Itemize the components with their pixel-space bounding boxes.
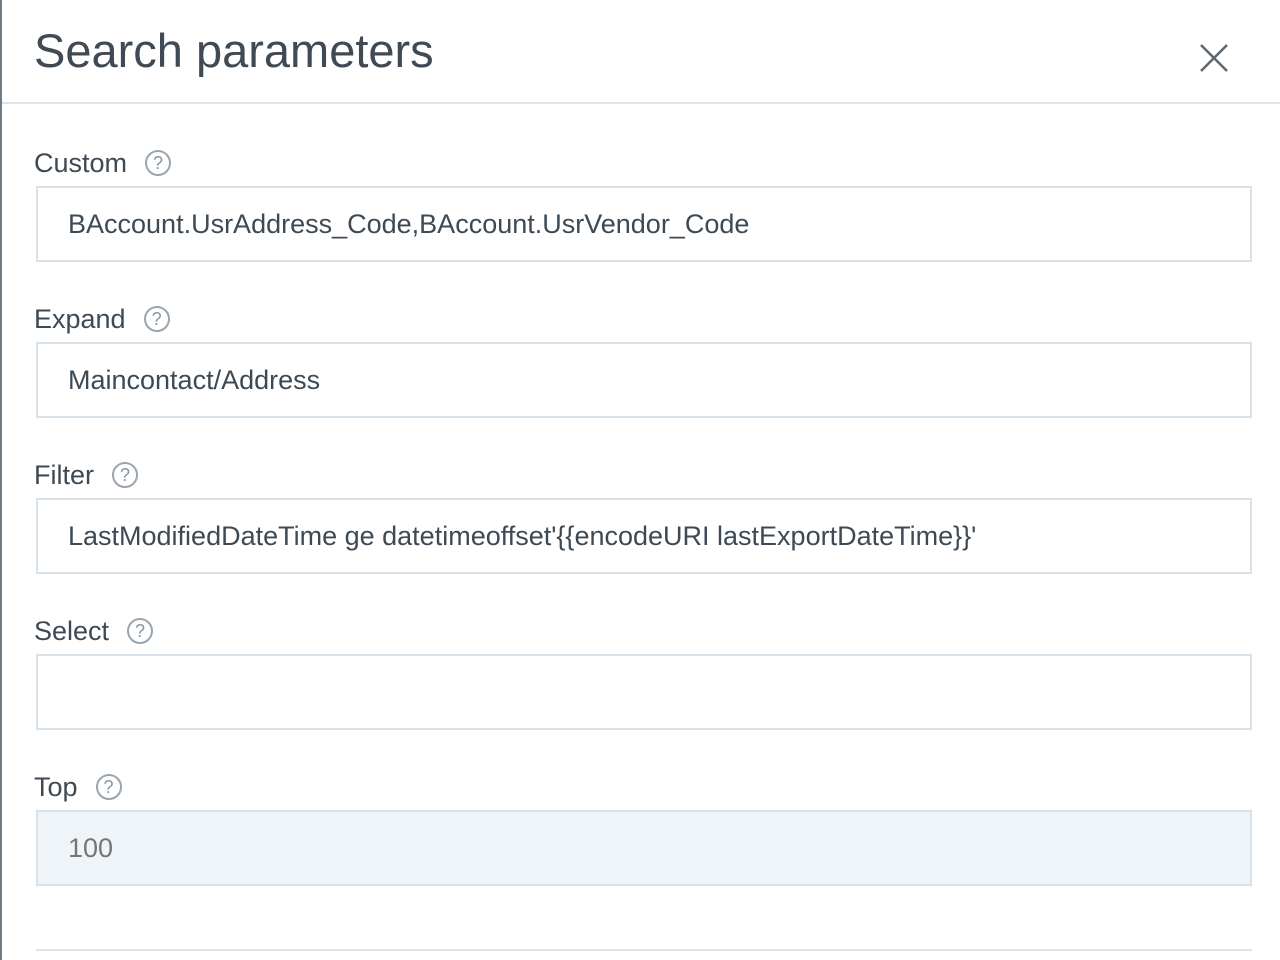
top-label: Top ?: [34, 772, 122, 802]
top-label-text: Top: [34, 772, 78, 802]
page-title: Search parameters: [34, 24, 434, 77]
filter-input[interactable]: [36, 498, 1252, 574]
custom-label: Custom ?: [34, 148, 172, 178]
filter-label: Filter ?: [34, 460, 138, 490]
select-label-text: Select: [34, 616, 110, 646]
help-icon[interactable]: ?: [127, 618, 154, 644]
close-icon[interactable]: [1192, 38, 1232, 78]
help-icon[interactable]: ?: [112, 462, 138, 488]
custom-label-text: Custom: [34, 148, 128, 178]
select-input[interactable]: [36, 654, 1252, 730]
close-button[interactable]: [1192, 38, 1232, 78]
help-icon[interactable]: ?: [143, 306, 170, 332]
custom-input[interactable]: [36, 186, 1252, 262]
help-icon[interactable]: ?: [145, 150, 172, 176]
panel-header: Search parameters: [2, 0, 1280, 104]
top-input[interactable]: [36, 810, 1252, 886]
expand-label: Expand ?: [34, 304, 170, 334]
expand-label-text: Expand: [34, 304, 126, 334]
search-parameters-panel: Search parameters Custom ? Expand ? Filt…: [0, 0, 1280, 960]
divider: [36, 949, 1252, 951]
expand-input[interactable]: [36, 342, 1252, 418]
select-label: Select ?: [34, 616, 154, 646]
filter-label-text: Filter: [34, 460, 94, 490]
help-icon[interactable]: ?: [95, 774, 122, 800]
